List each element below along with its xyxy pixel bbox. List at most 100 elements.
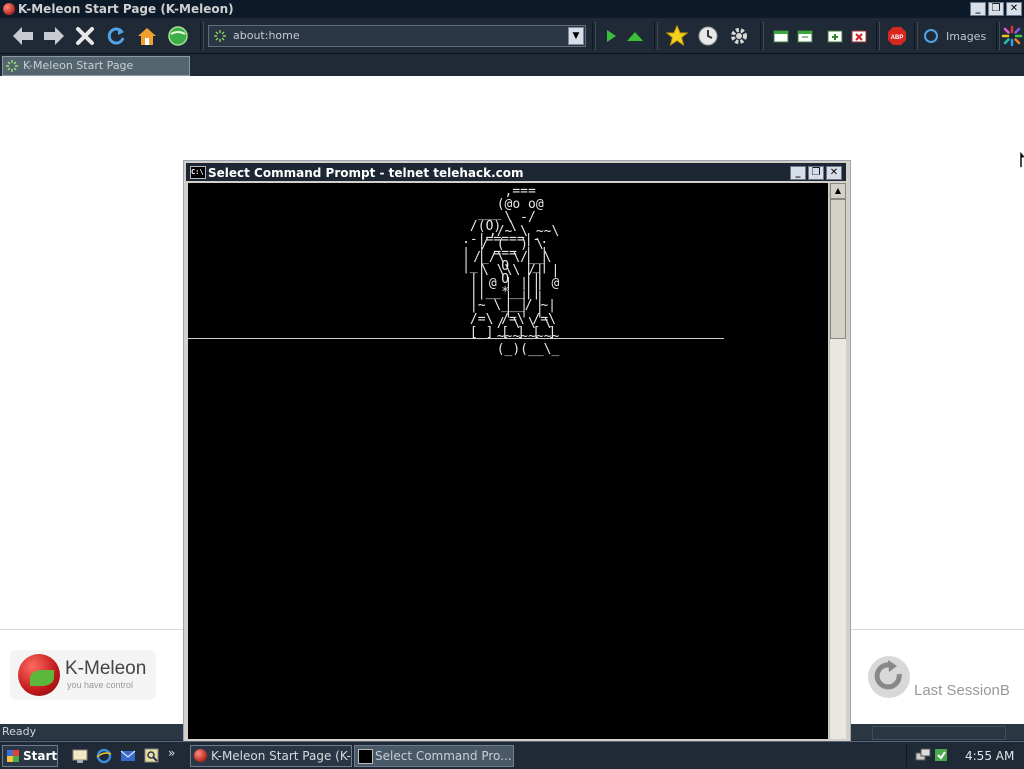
address-value: about:home [233, 29, 300, 42]
forward-button[interactable] [41, 23, 67, 49]
star-icon [666, 25, 688, 47]
browser-globe-button[interactable] [165, 23, 191, 49]
taskbar-item-label: Select Command Pro... [375, 749, 512, 763]
close-window-button[interactable] [846, 23, 872, 49]
window-title: K-Meleon Start Page (K-Meleon) [18, 2, 234, 16]
k-meleon-app-icon [194, 749, 207, 762]
svg-text:ABP: ABP [891, 35, 904, 41]
ascii-ground-line [188, 338, 724, 339]
k-meleon-logo[interactable]: K-Meleon you have control [10, 650, 156, 700]
start-button[interactable]: Start [2, 745, 58, 767]
taskbar-item-label: K-Meleon Start Page (K-M... [211, 749, 351, 763]
clock[interactable]: 4:55 AM [965, 749, 1014, 763]
last-session-link[interactable]: Last SessionB [862, 648, 1022, 708]
window-icon [773, 30, 789, 43]
toolbar-separator [914, 22, 918, 50]
images-label: Images [946, 29, 987, 43]
network-icon[interactable] [915, 747, 931, 763]
adblock-icon: ABP [888, 27, 906, 45]
restore-session-icon [868, 656, 910, 698]
quicklaunch-ie-icon[interactable] [96, 748, 112, 764]
quicklaunch-desktop-icon[interactable] [72, 748, 88, 764]
start-label: Start [23, 749, 58, 763]
windows-logo-icon [7, 750, 19, 762]
logo-name: K-Meleon [65, 658, 147, 679]
toolbar-separator [200, 22, 204, 50]
terminal-screen[interactable]: ,=== (@o o@ \ -/ ,/~ \ ~~\ / ( ) \ /_/\ … [188, 183, 828, 739]
throbber-icon [1001, 25, 1023, 47]
chameleon-icon [30, 670, 54, 686]
command-prompt-window[interactable]: C:\ Select Command Prompt - telnet teleh… [183, 160, 851, 742]
browser-title-bar[interactable]: K-Meleon Start Page (K-Meleon) _ ❐ ✕ [0, 0, 1024, 18]
scroll-up-button[interactable]: ▲ [830, 183, 846, 199]
go-button[interactable] [598, 23, 624, 49]
up-button[interactable] [622, 23, 648, 49]
reload-icon [107, 27, 125, 45]
tab-bar: K-Meleon Start Page [0, 54, 1024, 76]
status-progress-panel [872, 726, 1006, 740]
back-button[interactable] [10, 23, 36, 49]
toolbar-separator [592, 22, 596, 50]
logo-tagline: you have control [67, 680, 134, 690]
quicklaunch-chevron[interactable]: » [168, 746, 175, 760]
tab-loading-icon [6, 60, 18, 72]
toolbar-separator [760, 22, 764, 50]
command-prompt-icon: C:\ [190, 166, 206, 179]
preferences-button[interactable] [726, 23, 752, 49]
window-layout-button-1[interactable] [768, 23, 794, 49]
play-icon [607, 30, 616, 42]
maximize-button[interactable]: ❐ [808, 166, 824, 180]
minimize-button[interactable]: _ [970, 2, 986, 16]
taskbar-item-k-meleon[interactable]: K-Meleon Start Page (K-M... [190, 745, 352, 767]
address-dropdown-button[interactable]: ▼ [568, 27, 584, 45]
tray-app-icon[interactable] [933, 747, 949, 763]
status-text: Ready [2, 725, 37, 738]
back-arrow-icon [13, 27, 33, 45]
last-session-label: Last SessionB [914, 682, 1010, 699]
adblock-button[interactable]: ABP [884, 23, 910, 49]
command-prompt-title-bar[interactable]: C:\ Select Command Prompt - telnet teleh… [186, 163, 846, 181]
maximize-button[interactable]: ❐ [988, 2, 1004, 16]
window-icon [797, 30, 813, 43]
tab-label: K-Meleon Start Page [23, 59, 134, 72]
window-controls: _ ❐ ✕ [970, 2, 1022, 16]
toolbar-separator [876, 22, 880, 50]
throbber [1000, 23, 1024, 49]
bookmarks-button[interactable] [664, 23, 690, 49]
stop-x-icon [76, 27, 94, 45]
clock-icon [698, 26, 718, 46]
address-bar[interactable]: about:home ▼ [208, 25, 586, 47]
forward-arrow-icon [44, 27, 64, 45]
close-button[interactable]: ✕ [1006, 2, 1022, 16]
k-meleon-app-icon [3, 3, 15, 15]
tab-k-meleon-start-page[interactable]: K-Meleon Start Page [2, 56, 190, 76]
terminal-scrollbar[interactable]: ▲ [829, 183, 846, 739]
new-window-icon [827, 30, 843, 43]
window-layout-button-2[interactable] [792, 23, 818, 49]
taskbar-item-command-prompt[interactable]: Select Command Pro... [354, 745, 514, 767]
reload-button[interactable] [103, 23, 129, 49]
scroll-thumb[interactable] [830, 199, 846, 339]
history-button[interactable] [695, 23, 721, 49]
command-prompt-icon [358, 749, 373, 764]
home-button[interactable] [134, 23, 160, 49]
navigation-toolbar: about:home ▼ ABP Images [0, 18, 1024, 54]
close-window-icon [851, 30, 867, 43]
close-button[interactable]: ✕ [826, 166, 842, 180]
gear-icon [731, 28, 747, 44]
quicklaunch-search-icon[interactable] [144, 748, 160, 764]
minimize-button[interactable]: _ [790, 166, 806, 180]
new-window-button[interactable] [822, 23, 848, 49]
command-prompt-title: Select Command Prompt - telnet telehack.… [208, 166, 524, 180]
quicklaunch-outlook-icon[interactable] [120, 748, 136, 764]
taskbar: Start » K-Meleon Start Page (K-M... Sele… [0, 741, 1024, 769]
images-toggle-button[interactable]: Images [924, 23, 994, 49]
system-tray: 4:55 AM [906, 744, 1024, 767]
command-prompt-window-controls: _ ❐ ✕ [790, 166, 842, 180]
page-loading-icon [214, 30, 226, 42]
toolbar-separator [654, 22, 658, 50]
up-arrow-icon [627, 32, 643, 41]
stop-button[interactable] [72, 23, 98, 49]
images-icon [924, 29, 938, 43]
home-icon [138, 28, 156, 45]
